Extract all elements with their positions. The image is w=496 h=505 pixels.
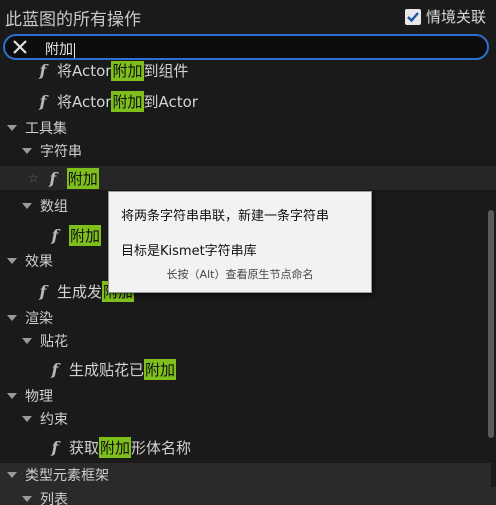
category-list[interactable]: 列表 <box>0 487 496 505</box>
expand-arrow-icon[interactable] <box>22 148 32 154</box>
expand-arrow-icon[interactable] <box>7 472 17 478</box>
category-type-element-framework[interactable]: 类型元素框架 <box>0 463 491 487</box>
context-sensitive-toggle[interactable]: 情境关联 <box>404 6 486 27</box>
list-item[interactable]: f 将Actor 附加 到组件 <box>0 61 496 82</box>
context-checkbox[interactable] <box>404 8 421 25</box>
tooltip-hint: 长按（Alt）查看原生节点命名 <box>166 268 314 281</box>
highlight: 附加 <box>111 90 144 112</box>
category-constraint[interactable]: 约束 <box>0 407 496 431</box>
highlight: 附加 <box>111 61 144 81</box>
expand-arrow-icon[interactable] <box>7 125 17 131</box>
clear-search-icon[interactable] <box>12 39 28 55</box>
search-box[interactable]: 附加 <box>3 34 489 60</box>
category-rendering[interactable]: 渲染 <box>0 306 491 330</box>
category-string[interactable]: 字符串 <box>0 139 496 163</box>
favorite-star-icon[interactable]: ☆ <box>28 171 39 185</box>
list-item[interactable]: f 将Actor 附加 到Actor <box>0 89 496 113</box>
tooltip-description: 将两条字符串串联，新建一条字符串 <box>121 209 330 224</box>
text-caret <box>74 42 75 58</box>
expand-arrow-icon[interactable] <box>22 338 32 344</box>
context-label: 情境关联 <box>425 8 486 26</box>
function-icon: f <box>49 168 57 188</box>
checkmark-icon <box>407 11 419 22</box>
panel-title: 此蓝图的所有操作 <box>5 10 141 30</box>
function-icon: f <box>51 437 59 457</box>
highlight: 附加 <box>144 358 177 380</box>
function-icon: f <box>51 225 59 245</box>
tooltip-target: 目标是Kismet字符串库 <box>121 244 257 259</box>
expand-arrow-icon[interactable] <box>7 393 17 399</box>
expand-arrow-icon[interactable] <box>7 258 17 264</box>
panel-header: 此蓝图的所有操作 情境关联 <box>0 0 496 34</box>
function-icon: f <box>51 359 59 379</box>
function-icon: f <box>39 91 47 111</box>
list-item[interactable]: f 获取 附加 形体名称 <box>0 435 496 459</box>
search-input[interactable]: 附加 <box>45 39 75 59</box>
expand-arrow-icon[interactable] <box>22 496 32 502</box>
tooltip: 将两条字符串串联，新建一条字符串 目标是Kismet字符串库 长按（Alt）查看… <box>108 191 372 293</box>
category-tools[interactable]: 工具集 <box>0 116 491 140</box>
expand-arrow-icon[interactable] <box>7 315 17 321</box>
expand-arrow-icon[interactable] <box>22 203 32 209</box>
category-physics[interactable]: 物理 <box>0 384 491 408</box>
function-icon: f <box>39 281 47 301</box>
highlight: 附加 <box>69 224 102 246</box>
scrollbar-thumb[interactable] <box>488 210 494 438</box>
highlight: 附加 <box>66 167 99 189</box>
list-item-append[interactable]: ☆ f 附加 <box>0 166 496 190</box>
list-item[interactable]: f 生成贴花已 附加 <box>0 357 496 381</box>
category-decal[interactable]: 贴花 <box>0 329 496 353</box>
expand-arrow-icon[interactable] <box>22 416 32 422</box>
highlight: 附加 <box>99 436 132 458</box>
function-icon: f <box>39 61 47 80</box>
